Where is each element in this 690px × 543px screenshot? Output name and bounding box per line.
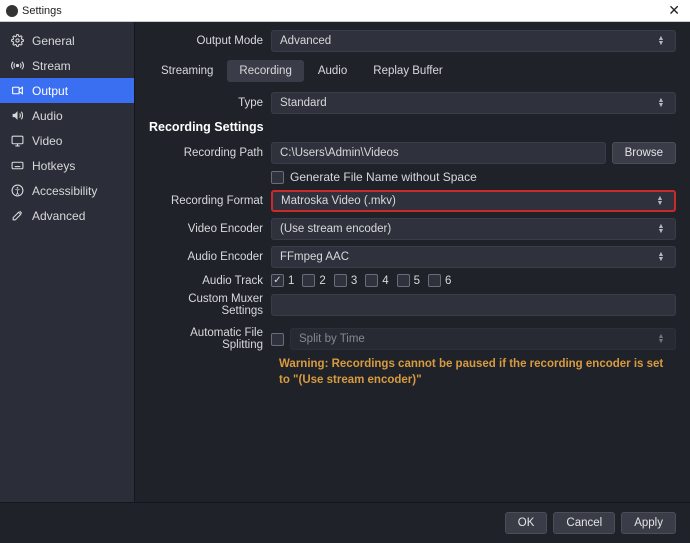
audio-encoder-select[interactable]: FFmpeg AAC ▲▼ xyxy=(271,246,676,268)
titlebar: Settings ✕ xyxy=(0,0,690,22)
tools-icon xyxy=(10,209,24,222)
sidebar: General Stream Output Audio Video Hotkey… xyxy=(0,22,135,502)
monitor-icon xyxy=(10,134,24,147)
recording-format-label: Recording Format xyxy=(149,195,271,207)
sidebar-item-hotkeys[interactable]: Hotkeys xyxy=(0,153,134,178)
main-panel: Output Mode Advanced ▲▼ Streaming Record… xyxy=(135,22,690,502)
sidebar-item-label: Video xyxy=(32,134,62,148)
video-encoder-label: Video Encoder xyxy=(149,223,271,235)
track-5-checkbox[interactable] xyxy=(397,274,410,287)
auto-split-label: Automatic File Splitting xyxy=(149,327,271,351)
output-mode-value: Advanced xyxy=(280,35,331,47)
video-encoder-select[interactable]: (Use stream encoder) ▲▼ xyxy=(271,218,676,240)
audio-encoder-label: Audio Encoder xyxy=(149,251,271,263)
auto-split-select[interactable]: Split by Time ▲▼ xyxy=(290,328,676,350)
window-title: Settings xyxy=(22,5,62,17)
auto-split-checkbox[interactable] xyxy=(271,333,284,346)
output-icon xyxy=(10,84,24,97)
sidebar-item-label: General xyxy=(32,34,75,48)
audio-track-label: Audio Track xyxy=(149,275,271,287)
cancel-button[interactable]: Cancel xyxy=(553,512,615,534)
gear-icon xyxy=(10,34,24,47)
updown-icon: ▲▼ xyxy=(655,224,667,234)
output-tabs: Streaming Recording Audio Replay Buffer xyxy=(149,60,676,82)
sidebar-item-label: Accessibility xyxy=(32,184,97,198)
speaker-icon xyxy=(10,109,24,122)
antenna-icon xyxy=(10,59,24,72)
track-1-checkbox[interactable] xyxy=(271,274,284,287)
track-4-checkbox[interactable] xyxy=(365,274,378,287)
type-select[interactable]: Standard ▲▼ xyxy=(271,92,676,114)
sidebar-item-video[interactable]: Video xyxy=(0,128,134,153)
sidebar-item-advanced[interactable]: Advanced xyxy=(0,203,134,228)
sidebar-item-output[interactable]: Output xyxy=(0,78,134,103)
type-value: Standard xyxy=(280,97,327,109)
accessibility-icon xyxy=(10,184,24,197)
recording-path-label: Recording Path xyxy=(149,147,271,159)
tab-audio[interactable]: Audio xyxy=(306,60,359,82)
app-icon xyxy=(6,5,18,17)
updown-icon: ▲▼ xyxy=(654,196,666,206)
sidebar-item-label: Audio xyxy=(32,109,63,123)
sidebar-item-general[interactable]: General xyxy=(0,28,134,53)
sidebar-item-audio[interactable]: Audio xyxy=(0,103,134,128)
ok-button[interactable]: OK xyxy=(505,512,548,534)
recording-format-select[interactable]: Matroska Video (.mkv) ▲▼ xyxy=(271,190,676,212)
audio-encoder-value: FFmpeg AAC xyxy=(280,251,349,263)
sidebar-item-label: Advanced xyxy=(32,209,85,223)
auto-split-value: Split by Time xyxy=(299,333,365,345)
sidebar-item-stream[interactable]: Stream xyxy=(0,53,134,78)
tab-streaming[interactable]: Streaming xyxy=(149,60,225,82)
sidebar-item-accessibility[interactable]: Accessibility xyxy=(0,178,134,203)
custom-muxer-label: Custom Muxer Settings xyxy=(149,293,271,317)
recording-path-input[interactable]: C:\Users\Admin\Videos xyxy=(271,142,606,164)
updown-icon: ▲▼ xyxy=(655,98,667,108)
keyboard-icon xyxy=(10,159,24,172)
apply-button[interactable]: Apply xyxy=(621,512,676,534)
browse-button[interactable]: Browse xyxy=(612,142,676,164)
sidebar-item-label: Output xyxy=(32,84,68,98)
output-mode-select[interactable]: Advanced ▲▼ xyxy=(271,30,676,52)
updown-icon: ▲▼ xyxy=(655,334,667,344)
track-2-checkbox[interactable] xyxy=(302,274,315,287)
close-icon[interactable]: ✕ xyxy=(664,2,684,19)
output-mode-label: Output Mode xyxy=(149,35,271,47)
track-3-checkbox[interactable] xyxy=(334,274,347,287)
tab-replay-buffer[interactable]: Replay Buffer xyxy=(361,60,454,82)
dialog-footer: OK Cancel Apply xyxy=(0,502,690,543)
video-encoder-value: (Use stream encoder) xyxy=(280,223,391,235)
updown-icon: ▲▼ xyxy=(655,252,667,262)
type-label: Type xyxy=(149,97,271,109)
custom-muxer-input[interactable] xyxy=(271,294,676,316)
gen-filename-checkbox[interactable] xyxy=(271,171,284,184)
sidebar-item-label: Stream xyxy=(32,59,71,73)
track-6-checkbox[interactable] xyxy=(428,274,441,287)
tab-recording[interactable]: Recording xyxy=(227,60,303,82)
recording-settings-title: Recording Settings xyxy=(149,120,676,134)
updown-icon: ▲▼ xyxy=(655,36,667,46)
encoder-warning: Warning: Recordings cannot be paused if … xyxy=(149,357,676,388)
recording-format-value: Matroska Video (.mkv) xyxy=(281,195,396,207)
gen-filename-label: Generate File Name without Space xyxy=(290,170,477,184)
sidebar-item-label: Hotkeys xyxy=(32,159,75,173)
